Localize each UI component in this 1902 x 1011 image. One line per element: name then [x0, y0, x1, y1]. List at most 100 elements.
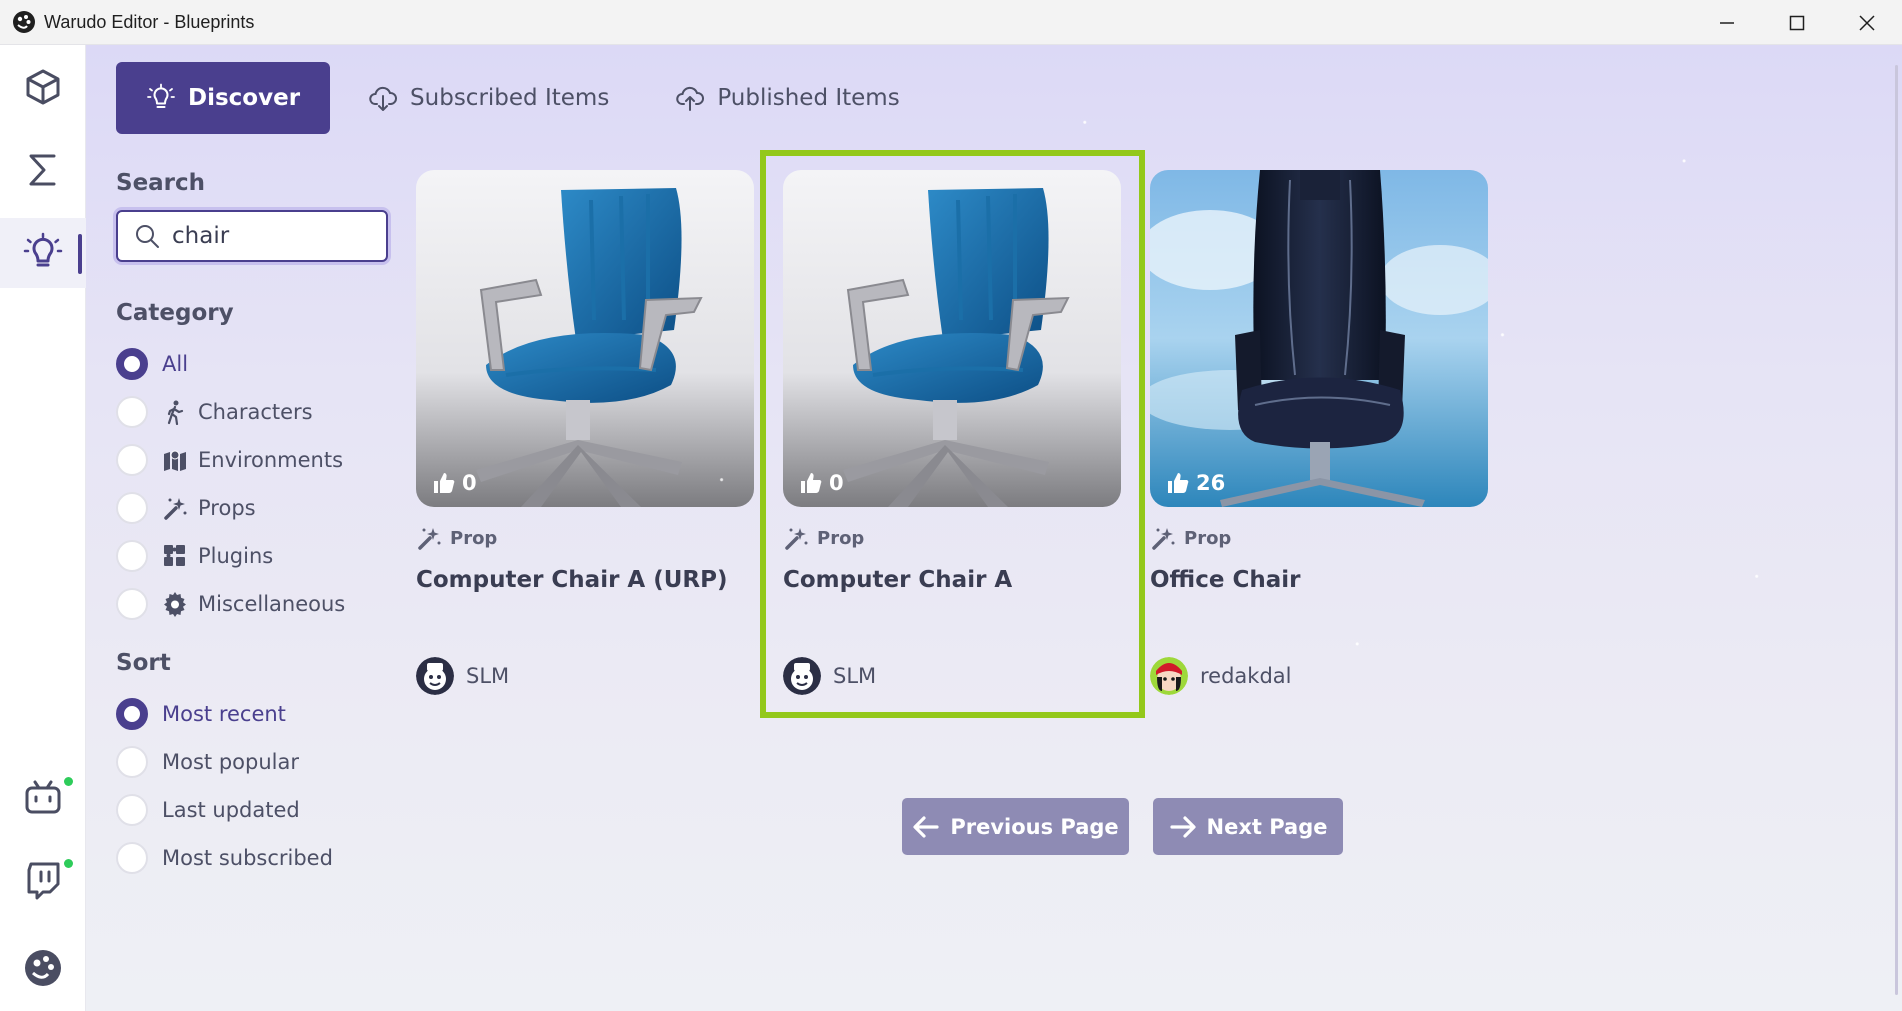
likes-value: 26 [1196, 471, 1226, 495]
card-type: Prop [783, 525, 1121, 551]
magic-wand-icon [418, 528, 441, 550]
radio-button[interactable] [116, 396, 148, 428]
category-option-label: Environments [198, 448, 344, 472]
category-section-title: Category [116, 300, 234, 326]
category-option-miscellaneous[interactable]: Miscellaneous [116, 580, 396, 628]
rail-scene-button[interactable] [0, 52, 86, 122]
main-content: Discover Subscribed Items Published Item… [86, 45, 1902, 1011]
card-type-label: Prop [817, 527, 865, 549]
tab-discover-label: Discover [188, 85, 301, 111]
maximize-button[interactable] [1762, 0, 1832, 45]
gear-icon [164, 592, 186, 617]
category-option-environments[interactable]: Environments [116, 436, 396, 484]
sort-option-label: Most recent [162, 702, 286, 726]
blueprint-card[interactable]: 0 Prop Computer Chair A (URP) SLM [416, 170, 754, 695]
app-logo-icon [13, 11, 35, 33]
lightbulb-icon [23, 232, 63, 267]
sort-option-most-popular[interactable]: Most popular [116, 738, 396, 786]
card-type: Prop [416, 525, 754, 551]
category-option-label: Characters [198, 400, 313, 424]
online-status-dot [64, 777, 73, 786]
category-option-all[interactable]: All [116, 340, 396, 388]
thumbs-up-icon [1168, 473, 1189, 493]
category-option-plugins[interactable]: Plugins [116, 532, 396, 580]
office-chair-image [1150, 170, 1488, 507]
search-input[interactable] [172, 223, 372, 249]
cube-icon [26, 69, 60, 105]
card-type-label: Prop [1184, 527, 1232, 549]
navigation-rail [0, 45, 86, 1011]
tab-discover[interactable]: Discover [116, 62, 331, 134]
arrow-right-icon [1169, 815, 1196, 838]
blue-chair-image [783, 170, 1121, 507]
category-option-label: All [162, 352, 189, 376]
author-name: SLM [466, 664, 510, 688]
close-button[interactable] [1832, 0, 1902, 45]
sort-option-label: Last updated [162, 798, 300, 822]
tab-published-items-label: Published Items [717, 85, 900, 111]
avatar [1150, 657, 1188, 695]
filter-panel: Search Category All Characters [116, 170, 396, 882]
card-author[interactable]: SLM [783, 657, 1121, 695]
next-page-label: Next Page [1206, 814, 1328, 839]
rail-warudo-button[interactable] [0, 933, 86, 1003]
cloud-download-icon [369, 86, 398, 111]
blueprint-card[interactable]: 26 Prop Office Chair redakdal [1150, 170, 1488, 695]
sort-section-title: Sort [116, 650, 171, 676]
likes-value: 0 [462, 471, 477, 495]
rail-bilibili-button[interactable] [0, 763, 86, 833]
sort-option-label: Most popular [162, 750, 299, 774]
previous-page-button[interactable]: Previous Page [902, 798, 1129, 855]
tab-subscribed-items[interactable]: Subscribed Items [340, 62, 637, 134]
sort-option-last-updated[interactable]: Last updated [116, 786, 396, 834]
card-thumbnail[interactable]: 26 [1150, 170, 1488, 507]
category-option-characters[interactable]: Characters [116, 388, 396, 436]
card-author[interactable]: SLM [416, 657, 754, 695]
radio-button[interactable] [116, 698, 148, 730]
card-title[interactable]: Computer Chair A (URP) [416, 567, 754, 627]
rail-twitch-button[interactable] [0, 845, 86, 915]
title-bar: Warudo Editor - Blueprints [0, 0, 1902, 45]
thumbs-up-icon [434, 473, 455, 493]
radio-button[interactable] [116, 540, 148, 572]
lightbulb-icon [147, 83, 175, 108]
search-box[interactable] [116, 210, 388, 262]
arrow-left-icon [913, 815, 939, 838]
sort-option-most-recent[interactable]: Most recent [116, 690, 396, 738]
sort-option-most-subscribed[interactable]: Most subscribed [116, 834, 396, 882]
category-option-label: Miscellaneous [198, 592, 346, 616]
scrollbar[interactable] [1895, 65, 1898, 995]
card-thumbnail[interactable]: 0 [416, 170, 754, 507]
minimize-icon [1720, 21, 1734, 24]
tab-subscribed-items-label: Subscribed Items [410, 85, 610, 111]
radio-button[interactable] [116, 444, 148, 476]
rail-blueprint-button[interactable] [0, 135, 86, 205]
radio-button[interactable] [116, 492, 148, 524]
radio-button[interactable] [116, 588, 148, 620]
card-author[interactable]: redakdal [1150, 657, 1488, 695]
search-icon [136, 225, 159, 248]
blueprint-card[interactable]: 0 Prop Computer Chair A SLM [783, 170, 1121, 695]
avatar [783, 657, 821, 695]
category-option-props[interactable]: Props [116, 484, 396, 532]
card-thumbnail[interactable]: 0 [783, 170, 1121, 507]
tab-published-items[interactable]: Published Items [647, 62, 927, 134]
card-title[interactable]: Computer Chair A [783, 567, 1121, 627]
card-type: Prop [1150, 525, 1488, 551]
radio-button[interactable] [116, 746, 148, 778]
radio-button[interactable] [116, 842, 148, 874]
minimize-button[interactable] [1692, 0, 1762, 45]
avatar [416, 657, 454, 695]
rail-discover-button[interactable] [0, 218, 86, 288]
next-page-button[interactable]: Next Page [1153, 798, 1343, 855]
radio-button[interactable] [116, 794, 148, 826]
author-name: redakdal [1200, 664, 1292, 688]
window-title: Warudo Editor - Blueprints [44, 11, 255, 32]
card-title[interactable]: Office Chair [1150, 567, 1488, 627]
radio-button[interactable] [116, 348, 148, 380]
thumbs-up-icon [801, 473, 822, 493]
likes-count: 0 [799, 471, 844, 495]
close-icon [1859, 14, 1875, 31]
magic-wand-icon [785, 528, 808, 550]
maximize-icon [1789, 15, 1805, 30]
